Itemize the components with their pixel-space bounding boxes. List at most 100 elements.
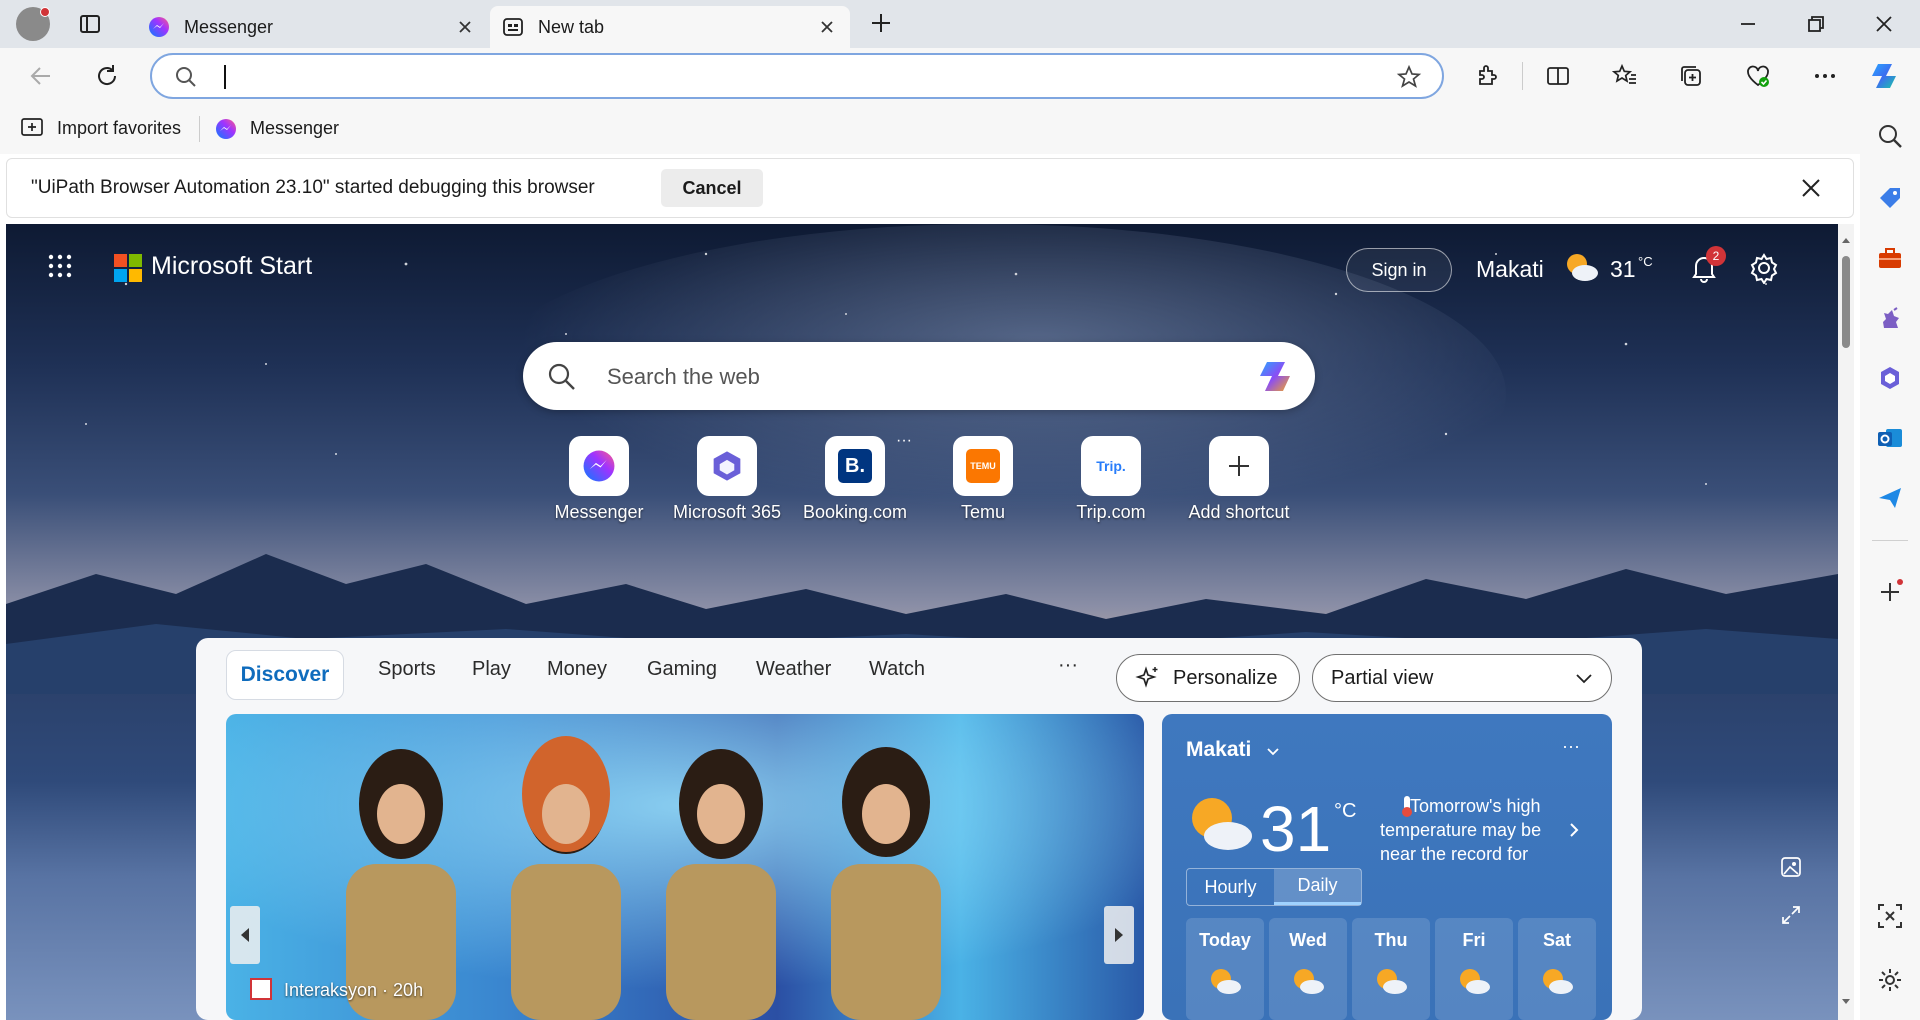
hero-news-card[interactable]: Interaksyon · 20h: [226, 714, 1144, 1020]
web-search-box[interactable]: Search the web: [523, 342, 1315, 410]
shortcut-trip[interactable]: Trip.: [1081, 436, 1141, 496]
sidebar-outlook-icon[interactable]: [1876, 424, 1904, 452]
tab-messenger[interactable]: Messenger: [136, 6, 488, 48]
tab-play[interactable]: Play: [472, 658, 511, 681]
sidebar-m365-icon[interactable]: [1876, 364, 1904, 392]
day-label: Fri: [1462, 930, 1486, 950]
microsoft-logo-icon: [114, 254, 142, 282]
sidebar-add-icon[interactable]: [1876, 578, 1904, 606]
favorites-icon[interactable]: [1612, 63, 1638, 89]
sidebar-search-icon[interactable]: [1876, 122, 1904, 150]
close-window-icon[interactable]: [1872, 12, 1896, 36]
forecast-day[interactable]: Today: [1186, 918, 1264, 1020]
forecast-day[interactable]: Wed: [1269, 918, 1347, 1020]
location-chevron-icon[interactable]: [1264, 742, 1282, 760]
tab-weather[interactable]: Weather: [756, 658, 831, 681]
weather-more-icon[interactable]: ···: [1562, 736, 1580, 757]
shortcut-messenger[interactable]: [569, 436, 629, 496]
hero-image: [226, 714, 1144, 1020]
hero-prev-button[interactable]: [230, 906, 260, 964]
close-infobar-icon[interactable]: [1799, 176, 1823, 200]
daily-toggle[interactable]: Daily: [1274, 869, 1361, 905]
messenger-icon: [215, 118, 237, 140]
search-input[interactable]: Search the web: [607, 364, 760, 390]
chevron-down-icon: [1573, 667, 1595, 689]
page-settings-icon[interactable]: [1748, 252, 1780, 284]
sidebar-tools-icon[interactable]: [1876, 244, 1904, 272]
collections-icon[interactable]: [1678, 63, 1704, 89]
favorite-star-icon[interactable]: [1396, 64, 1422, 90]
split-screen-icon[interactable]: [1545, 63, 1571, 89]
infobar-message: "UiPath Browser Automation 23.10" starte…: [31, 177, 595, 198]
shortcut-microsoft-365[interactable]: [697, 436, 757, 496]
sidebar-games-icon[interactable]: [1876, 304, 1904, 332]
forecast-day[interactable]: Fri: [1435, 918, 1513, 1020]
refresh-icon[interactable]: [94, 63, 120, 89]
personalize-button[interactable]: Personalize: [1116, 654, 1300, 702]
view-select-dropdown[interactable]: Partial view: [1312, 654, 1612, 702]
debugging-infobar: "UiPath Browser Automation 23.10" starte…: [6, 158, 1854, 218]
partly-sunny-icon: [1211, 969, 1241, 994]
title-bar: Messenger New tab: [0, 0, 1920, 48]
more-tabs-button[interactable]: ···: [1058, 654, 1078, 677]
tab-new-tab[interactable]: New tab: [490, 6, 850, 48]
address-bar[interactable]: [150, 53, 1444, 99]
shortcut-booking[interactable]: B.: [825, 436, 885, 496]
import-favorites-link[interactable]: Import favorites: [57, 118, 181, 139]
tab-actions-icon[interactable]: [78, 12, 102, 36]
import-favorites-icon: [20, 116, 46, 140]
sidebar-settings-icon[interactable]: [1876, 966, 1904, 994]
sidebar-divider: [1872, 540, 1908, 541]
scroll-up-icon[interactable]: [1841, 236, 1851, 244]
browser-essentials-icon[interactable]: [1745, 63, 1771, 89]
restore-icon[interactable]: [1804, 12, 1828, 36]
partly-sunny-icon: [1184, 792, 1256, 856]
day-label: Today: [1199, 930, 1251, 950]
new-tab-plus-icon[interactable]: [869, 11, 893, 35]
hero-next-button[interactable]: [1104, 906, 1134, 964]
chevron-right-icon[interactable]: [1566, 820, 1582, 840]
favorites-divider: [199, 116, 200, 142]
extensions-icon[interactable]: [1474, 63, 1500, 89]
minimize-icon[interactable]: [1736, 12, 1760, 36]
hourly-toggle[interactable]: Hourly: [1187, 869, 1274, 905]
weather-location[interactable]: Makati: [1186, 738, 1251, 762]
tab-discover[interactable]: Discover: [226, 650, 344, 700]
scrollbar-thumb[interactable]: [1842, 256, 1850, 348]
tab-money[interactable]: Money: [547, 658, 607, 681]
forecast-day[interactable]: Sat: [1518, 918, 1596, 1020]
tab-watch[interactable]: Watch: [869, 658, 925, 681]
sidebar-send-icon[interactable]: [1876, 484, 1904, 512]
sign-in-button[interactable]: Sign in: [1346, 248, 1452, 292]
weather-alert[interactable]: Tomorrow's high temperature may be near …: [1380, 794, 1548, 866]
expand-icon[interactable]: [1780, 904, 1802, 926]
copilot-icon[interactable]: [1868, 58, 1904, 94]
more-options-icon[interactable]: [1812, 63, 1838, 89]
page-scrollbar[interactable]: [1838, 224, 1854, 1020]
back-icon[interactable]: [28, 63, 54, 89]
forecast-day[interactable]: Thu: [1352, 918, 1430, 1020]
shortcut-more-dots[interactable]: ···: [896, 432, 912, 450]
day-label: Wed: [1289, 930, 1327, 950]
toolbar-divider: [1522, 62, 1523, 90]
messenger-favorite-link[interactable]: Messenger: [250, 118, 339, 139]
background-image-icon[interactable]: [1780, 856, 1802, 878]
shortcut-label: Messenger: [554, 502, 644, 522]
cancel-button[interactable]: Cancel: [661, 169, 763, 207]
add-shortcut-button[interactable]: [1209, 436, 1269, 496]
sidebar-screenshot-icon[interactable]: [1876, 902, 1904, 930]
tab-gaming[interactable]: Gaming: [647, 658, 717, 681]
scroll-down-icon[interactable]: [1841, 998, 1851, 1006]
forecast-toggle: Hourly Daily: [1186, 868, 1362, 906]
sidebar-shopping-icon[interactable]: [1876, 184, 1904, 212]
header-temperature[interactable]: 31: [1610, 256, 1636, 283]
weather-card[interactable]: Makati ··· 31 °C Tomorrow's high tempera…: [1162, 714, 1612, 1020]
profile-avatar[interactable]: [16, 7, 50, 41]
app-launcher-icon[interactable]: [48, 254, 72, 278]
tab-sports[interactable]: Sports: [378, 658, 436, 681]
shortcut-temu[interactable]: TEMU: [953, 436, 1013, 496]
close-tab-icon[interactable]: [454, 16, 476, 38]
copilot-search-icon[interactable]: [1255, 356, 1297, 398]
close-tab-icon[interactable]: [816, 16, 838, 38]
header-location[interactable]: Makati: [1476, 256, 1544, 283]
